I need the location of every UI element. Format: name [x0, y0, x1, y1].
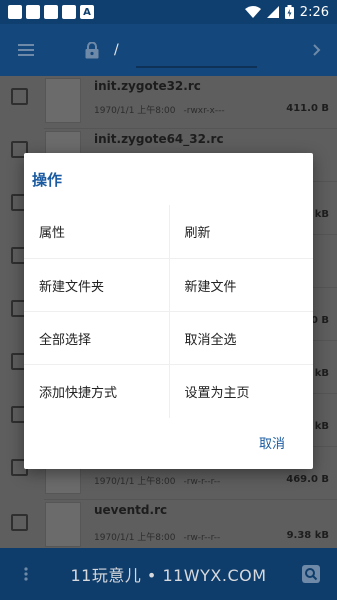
select-all-button[interactable]: 全部选择 [24, 312, 169, 365]
checkbox[interactable] [11, 88, 28, 105]
actions-row: 添加快捷方式 设置为主页 [24, 364, 314, 418]
actions-row: 属性 刷新 [24, 205, 313, 258]
checkbox[interactable] [11, 514, 28, 531]
actions-dialog: 操作 属性 刷新 新建文件夹 新建文件 全部选择 取消全选 添加快捷方式 设置为… [24, 153, 313, 469]
file-icon [45, 78, 81, 123]
file-permissions: -rwxr-x--- [183, 106, 225, 116]
new-file-button[interactable]: 新建文件 [168, 259, 314, 312]
file-name: ueventd.rc [94, 503, 168, 517]
wifi-icon [244, 6, 261, 18]
menu-icon[interactable] [0, 24, 52, 76]
file-permissions: -rw-r--r-- [183, 533, 221, 543]
lock-icon[interactable] [80, 41, 104, 59]
file-meta: 1970/1/1 上午8:00 -rwxr-x--- [94, 103, 225, 116]
file-size: 0 B [310, 315, 329, 326]
list-item[interactable]: init.zygote32.rc 1970/1/1 上午8:00 -rwxr-x-… [0, 76, 337, 129]
bottom-bar: 11玩意儿 • 11WYX.COM [0, 548, 337, 600]
file-size: kB [314, 209, 329, 220]
app-notification-icon: A [80, 5, 94, 19]
actions-row: 新建文件夹 新建文件 [24, 258, 314, 312]
notification-icon [44, 5, 58, 19]
dialog-title: 操作 [32, 171, 63, 189]
deselect-all-button[interactable]: 取消全选 [168, 312, 314, 365]
file-meta: 1970/1/1 上午8:00 -rw-r--r-- [94, 474, 220, 487]
file-date: 1970/1/1 上午8:00 [94, 477, 176, 487]
search-icon[interactable] [285, 565, 337, 583]
current-path[interactable]: / [114, 42, 119, 58]
battery-icon [284, 5, 294, 19]
file-meta: 1970/1/1 上午8:00 -rw-r--r-- [94, 530, 220, 543]
file-size: 411.0 B [286, 103, 329, 114]
more-vert-icon[interactable] [0, 567, 52, 581]
actions-row: 全部选择 取消全选 [24, 311, 314, 365]
file-date: 1970/1/1 上午8:00 [94, 533, 176, 543]
status-bar: A 2:26 [0, 0, 337, 24]
actions-grid: 属性 刷新 新建文件夹 新建文件 全部选择 取消全选 添加快捷方式 设置为主页 [24, 205, 314, 418]
new-folder-button[interactable]: 新建文件夹 [24, 259, 169, 312]
file-size: kB [314, 368, 329, 379]
set-as-home-button[interactable]: 设置为主页 [168, 365, 314, 418]
add-shortcut-button[interactable]: 添加快捷方式 [24, 365, 169, 418]
file-name: init.zygote64_32.rc [94, 132, 224, 146]
path-underline [136, 66, 257, 68]
cancel-button[interactable]: 取消 [259, 433, 285, 452]
refresh-button[interactable]: 刷新 [168, 205, 314, 258]
file-permissions: -rw-r--r-- [183, 477, 221, 487]
file-size: 469.0 B [286, 474, 329, 485]
notification-icons: A [8, 5, 94, 19]
properties-button[interactable]: 属性 [24, 205, 169, 258]
chevron-right-icon[interactable] [297, 44, 337, 56]
status-time: 2:26 [299, 4, 329, 20]
notification-icon [8, 5, 22, 19]
watermark: 11玩意儿 • 11WYX.COM [70, 566, 267, 585]
cellular-signal-icon [266, 6, 279, 18]
file-name: init.zygote32.rc [94, 79, 201, 93]
toolbar: / [0, 24, 337, 76]
file-size: 9.38 kB [286, 530, 329, 541]
notification-icon [26, 5, 40, 19]
file-icon [45, 502, 81, 547]
notification-icon [62, 5, 76, 19]
file-date: 1970/1/1 上午8:00 [94, 106, 176, 116]
file-size: kB [314, 421, 329, 432]
list-item[interactable]: ueventd.rc 1970/1/1 上午8:00 -rw-r--r-- 9.3… [0, 498, 337, 551]
path-bar[interactable]: / [52, 24, 297, 76]
